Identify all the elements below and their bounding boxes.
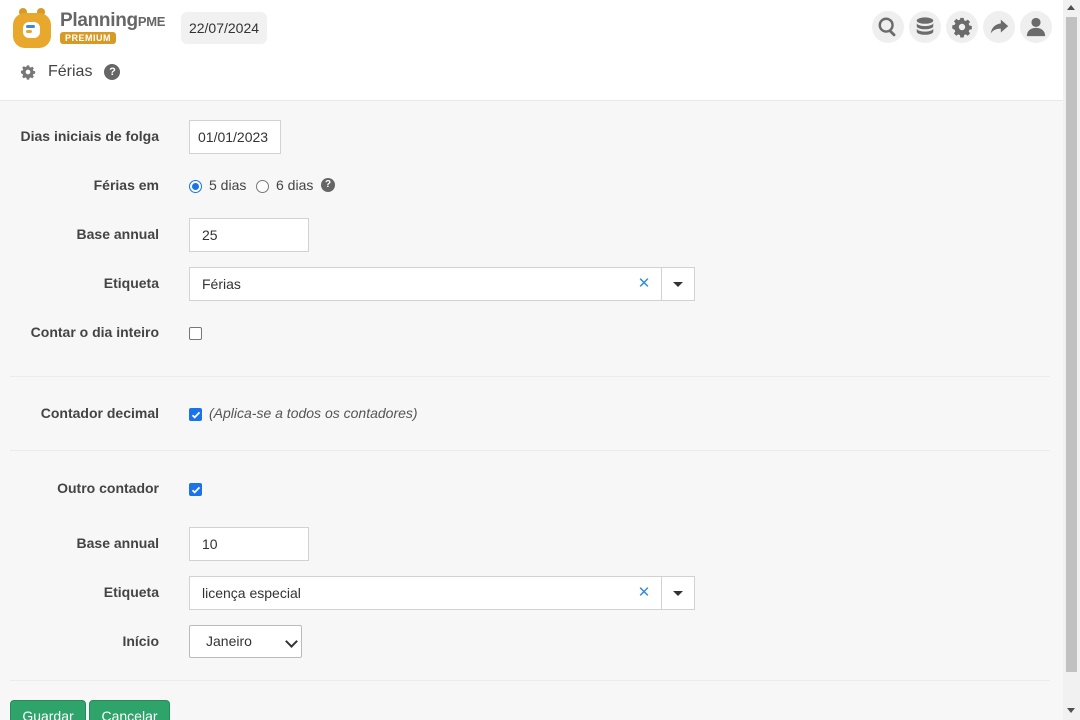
help-icon[interactable]: ?	[104, 64, 121, 80]
top-bar: PlanningPME PREMIUM 22/07/2024 Férias ?	[0, 0, 1063, 101]
other-counter-label: Outro contador	[57, 480, 159, 496]
decimal-hint: (Aplica-se a todos os contadores)	[209, 405, 418, 421]
divider	[10, 450, 1050, 451]
tag-2-select[interactable]: licença especial ✕	[189, 576, 695, 610]
clear-icon[interactable]: ✕	[636, 577, 652, 609]
row-base-annual-2: Base annual 10	[0, 527, 1063, 563]
settings-gear-icon	[20, 65, 36, 80]
chevron-down-icon[interactable]	[662, 577, 694, 609]
page-title: Férias	[48, 63, 93, 80]
user-icon[interactable]	[1020, 11, 1052, 43]
row-vacation-days: Férias em 5 dias 6 dias ?	[0, 169, 1063, 205]
start-days-label: Dias iniciais de folga	[20, 128, 160, 144]
row-other-counter: Outro contador	[0, 472, 1063, 508]
app-logo[interactable]: PlanningPME PREMIUM	[12, 7, 172, 49]
base-annual-label: Base annual	[76, 226, 159, 242]
base-annual-2-label: Base annual	[76, 535, 159, 551]
row-tag-2: Etiqueta licença especial ✕	[0, 576, 1063, 612]
start-days-input[interactable]: 01/01/2023	[189, 120, 281, 154]
radio-6-days-label: 6 dias	[276, 177, 314, 193]
tag-2-label: Etiqueta	[103, 584, 159, 600]
base-annual-input[interactable]: 25	[189, 218, 309, 252]
base-annual-2-input[interactable]: 10	[189, 527, 309, 561]
row-start-month: Início Janeiro	[0, 625, 1063, 661]
scroll-up-arrow-icon[interactable]	[1067, 5, 1075, 10]
row-whole-day: Contar o dia inteiro	[0, 316, 1063, 352]
scrollbar-thumb[interactable]	[1066, 17, 1077, 672]
divider	[10, 680, 1050, 681]
row-start-days: Dias iniciais de folga 01/01/2023	[0, 120, 1063, 156]
row-tag: Etiqueta Férias ✕	[0, 267, 1063, 303]
chevron-down-icon	[285, 635, 298, 648]
gear-icon[interactable]	[946, 11, 978, 43]
share-icon[interactable]	[983, 11, 1015, 43]
radio-5-days-label: 5 dias	[209, 177, 247, 193]
clear-icon[interactable]: ✕	[636, 268, 652, 300]
whole-day-label: Contar o dia inteiro	[30, 324, 159, 340]
logo-wordmark: PlanningPME	[60, 10, 166, 31]
tag-select[interactable]: Férias ✕	[189, 267, 695, 301]
settings-page: PlanningPME PREMIUM 22/07/2024 Férias ? …	[0, 0, 1063, 720]
save-button[interactable]: Guardar	[10, 700, 86, 720]
cancel-button[interactable]: Cancelar	[89, 700, 170, 720]
decimal-label: Contador decimal	[40, 405, 159, 421]
divider	[10, 376, 1050, 377]
vacation-label: Férias em	[93, 177, 159, 193]
other-counter-checkbox[interactable]	[189, 483, 202, 496]
toolbar-icons	[872, 11, 1052, 43]
chevron-down-icon[interactable]	[662, 268, 694, 300]
page-header: Férias ?	[20, 61, 121, 83]
database-icon[interactable]	[909, 11, 941, 43]
start-month-select[interactable]: Janeiro	[189, 625, 302, 658]
vertical-scrollbar[interactable]	[1063, 0, 1080, 720]
scroll-down-arrow-icon[interactable]	[1067, 708, 1075, 713]
search-icon[interactable]	[872, 11, 904, 43]
radio-5-days[interactable]	[189, 180, 202, 193]
tag-label: Etiqueta	[103, 275, 159, 291]
help-icon[interactable]: ?	[321, 178, 335, 192]
current-date[interactable]: 22/07/2024	[181, 12, 267, 44]
logo-icon	[13, 8, 51, 48]
decimal-checkbox[interactable]	[189, 408, 202, 421]
row-base-annual: Base annual 25	[0, 218, 1063, 254]
tag-select-value: Férias	[202, 276, 241, 292]
premium-badge: PREMIUM	[60, 32, 116, 44]
radio-6-days[interactable]	[256, 180, 269, 193]
start-month-value: Janeiro	[206, 633, 252, 649]
row-decimal: Contador decimal (Aplica-se a todos os c…	[0, 397, 1063, 433]
start-month-label: Início	[122, 633, 159, 649]
tag-2-select-value: licença especial	[202, 585, 301, 601]
whole-day-checkbox[interactable]	[189, 327, 202, 340]
